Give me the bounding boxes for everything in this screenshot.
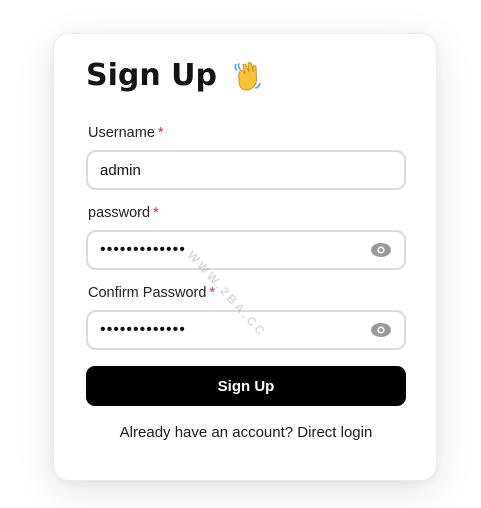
confirm-password-label-text: Confirm Password [88,285,207,301]
password-input[interactable] [100,232,370,268]
waving-hand-icon [229,59,263,93]
username-label-text: Username [88,125,155,141]
eye-icon[interactable] [370,239,392,261]
username-label: Username * [88,126,164,141]
confirm-password-field [86,310,406,350]
confirm-password-input[interactable] [100,312,370,348]
direct-login-link[interactable]: Already have an account? Direct login [54,424,438,441]
username-input[interactable] [100,152,392,188]
password-label-text: password [88,205,151,221]
confirm-password-label: Confirm Password * [88,286,215,301]
required-mark: * [209,285,216,301]
required-mark: * [153,205,159,221]
title-row: Sign Up [86,59,263,93]
page-background: Sign Up Username* password* [0,0,481,508]
eye-icon[interactable] [370,319,392,341]
password-label: password * [88,206,159,221]
sign-up-button[interactable]: Sign Up [86,366,406,406]
username-field [86,150,406,190]
required-mark: * [157,125,164,141]
password-field [86,230,406,270]
signup-card: Sign Up Username* password* [53,33,437,481]
page-title: Sign Up [86,58,218,93]
